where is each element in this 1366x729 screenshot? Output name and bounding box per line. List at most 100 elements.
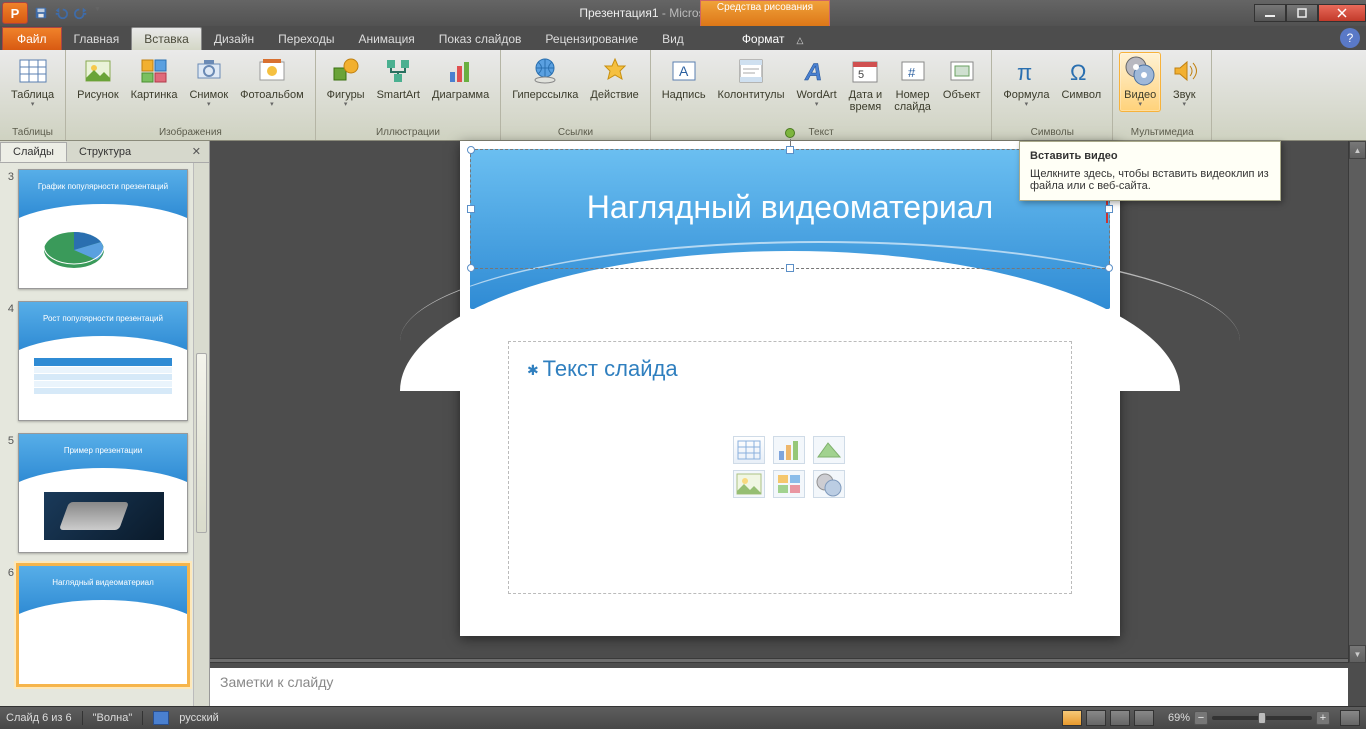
zoom-slider[interactable] bbox=[1212, 716, 1312, 720]
tab-slideshow[interactable]: Показ слайдов bbox=[427, 28, 534, 50]
textbox-button[interactable]: AНадпись bbox=[657, 52, 711, 104]
wordart-button[interactable]: AWordArt▾ bbox=[792, 52, 842, 112]
equation-icon: π bbox=[1010, 55, 1042, 87]
insert-clipart-icon[interactable] bbox=[773, 470, 805, 498]
redo-icon[interactable] bbox=[74, 6, 88, 20]
file-tab[interactable]: Файл bbox=[2, 27, 62, 50]
slide-thumb-4[interactable]: Рост популярности презентаций bbox=[18, 301, 188, 421]
thumb-row: 6 Наглядный видеоматериал bbox=[0, 559, 209, 691]
scroll-down-icon[interactable]: ▼ bbox=[1349, 645, 1366, 663]
object-button[interactable]: Объект bbox=[938, 52, 985, 104]
zoom-out-button[interactable]: − bbox=[1194, 711, 1208, 725]
tab-review[interactable]: Рецензирование bbox=[533, 28, 650, 50]
insert-smartart-icon[interactable] bbox=[813, 436, 845, 464]
group-symbols: πФормула▾ ΩСимвол Символы bbox=[992, 50, 1113, 140]
zoom-in-button[interactable]: + bbox=[1316, 711, 1330, 725]
tab-outline[interactable]: Структура bbox=[67, 143, 143, 161]
ribbon-minimize-icon[interactable]: △ bbox=[796, 35, 810, 46]
insert-chart-icon[interactable] bbox=[773, 436, 805, 464]
minimize-button[interactable] bbox=[1254, 4, 1286, 22]
title-selection-box[interactable] bbox=[470, 149, 1110, 269]
ribbon-tabs: Файл Главная Вставка Дизайн Переходы Ани… bbox=[0, 26, 1366, 50]
app-icon[interactable]: P bbox=[2, 2, 28, 24]
tab-insert[interactable]: Вставка bbox=[131, 27, 202, 50]
shapes-button[interactable]: Фигуры▾ bbox=[322, 52, 370, 112]
zoom-level[interactable]: 69% bbox=[1168, 712, 1190, 724]
resize-handle[interactable] bbox=[467, 146, 475, 154]
view-normal-button[interactable] bbox=[1062, 710, 1082, 726]
resize-handle[interactable] bbox=[786, 146, 794, 154]
view-sorter-button[interactable] bbox=[1086, 710, 1106, 726]
close-button[interactable] bbox=[1318, 4, 1366, 22]
hyperlink-button[interactable]: Гиперссылка bbox=[507, 52, 583, 104]
group-label: Мультимедиа bbox=[1119, 125, 1205, 140]
action-button[interactable]: Действие bbox=[585, 52, 643, 104]
datetime-icon: 5 bbox=[849, 55, 881, 87]
resize-handle[interactable] bbox=[467, 264, 475, 272]
tab-home[interactable]: Главная bbox=[62, 28, 132, 50]
chart-button[interactable]: Диаграмма bbox=[427, 52, 494, 104]
tab-design[interactable]: Дизайн bbox=[202, 28, 266, 50]
symbol-button[interactable]: ΩСимвол bbox=[1056, 52, 1106, 104]
slide-thumb-3[interactable]: График популярности презентаций bbox=[18, 169, 188, 289]
scrollbar-thumb[interactable] bbox=[196, 353, 207, 533]
table-button[interactable]: Таблица▾ bbox=[6, 52, 59, 112]
tab-transitions[interactable]: Переходы bbox=[266, 28, 346, 50]
hyperlink-icon bbox=[529, 55, 561, 87]
thumb-number: 4 bbox=[2, 301, 14, 421]
slide-editor: Наглядный видеоматериал Текст слайда bbox=[210, 141, 1366, 706]
help-button[interactable]: ? bbox=[1340, 28, 1360, 48]
slidenumber-button[interactable]: #Номер слайда bbox=[889, 52, 936, 116]
status-language[interactable]: русский bbox=[179, 712, 218, 724]
zoom-slider-thumb[interactable] bbox=[1258, 712, 1266, 724]
object-icon bbox=[946, 55, 978, 87]
audio-button[interactable]: Звук▾ bbox=[1163, 52, 1205, 112]
editor-scrollbar[interactable]: ▲ ▼ bbox=[1348, 141, 1366, 663]
svg-text:A: A bbox=[679, 63, 689, 79]
scroll-up-icon[interactable]: ▲ bbox=[1349, 141, 1366, 159]
tab-format[interactable]: Формат bbox=[730, 28, 797, 50]
tab-animation[interactable]: Анимация bbox=[346, 28, 426, 50]
resize-handle[interactable] bbox=[786, 264, 794, 272]
insert-table-icon[interactable] bbox=[733, 436, 765, 464]
tab-slides[interactable]: Слайды bbox=[0, 142, 67, 162]
content-placeholder[interactable]: Текст слайда bbox=[508, 341, 1072, 594]
slide-canvas[interactable]: Наглядный видеоматериал Текст слайда bbox=[460, 141, 1120, 636]
view-slideshow-button[interactable] bbox=[1134, 710, 1154, 726]
resize-handle[interactable] bbox=[1105, 264, 1113, 272]
language-icon[interactable] bbox=[153, 711, 169, 725]
save-icon[interactable] bbox=[34, 6, 48, 20]
notes-splitter[interactable] bbox=[210, 658, 1348, 663]
video-button[interactable]: Видео▾ bbox=[1119, 52, 1161, 112]
resize-handle[interactable] bbox=[467, 205, 475, 213]
slide-thumb-5[interactable]: Пример презентации bbox=[18, 433, 188, 553]
equation-button[interactable]: πФормула▾ bbox=[998, 52, 1054, 112]
rotate-handle[interactable] bbox=[785, 128, 795, 138]
tab-view[interactable]: Вид bbox=[650, 28, 696, 50]
maximize-button[interactable] bbox=[1286, 4, 1318, 22]
datetime-button[interactable]: 5Дата и время bbox=[844, 52, 888, 116]
contextual-tab-drawing-tools: Средства рисования bbox=[700, 0, 830, 26]
resize-handle[interactable] bbox=[1105, 205, 1113, 213]
screenshot-button[interactable]: Снимок▾ bbox=[184, 52, 233, 112]
audio-icon bbox=[1168, 55, 1200, 87]
clipart-button[interactable]: Картинка bbox=[126, 52, 183, 104]
group-label: Таблицы bbox=[6, 125, 59, 140]
qat-customize-icon[interactable]: ▼ bbox=[94, 6, 108, 20]
sidebar-scrollbar[interactable] bbox=[193, 163, 209, 706]
picture-button[interactable]: Рисунок bbox=[72, 52, 124, 104]
headerfooter-button[interactable]: Колонтитулы bbox=[713, 52, 790, 104]
insert-picture-icon[interactable] bbox=[733, 470, 765, 498]
thumb-title: Рост популярности презентаций bbox=[19, 314, 187, 323]
notes-pane[interactable]: Заметки к слайду bbox=[210, 668, 1348, 706]
slide-panel-tabs: Слайды Структура ✕ bbox=[0, 141, 209, 163]
zoom-fit-button[interactable] bbox=[1340, 710, 1360, 726]
smartart-button[interactable]: SmartArt bbox=[372, 52, 425, 104]
photoalbum-button[interactable]: Фотоальбом▾ bbox=[235, 52, 309, 112]
panel-close-icon[interactable]: ✕ bbox=[184, 145, 209, 158]
group-label: Ссылки bbox=[507, 125, 644, 140]
view-reading-button[interactable] bbox=[1110, 710, 1130, 726]
undo-icon[interactable] bbox=[54, 6, 68, 20]
slide-thumb-6[interactable]: Наглядный видеоматериал bbox=[18, 565, 188, 685]
insert-media-icon[interactable] bbox=[813, 470, 845, 498]
